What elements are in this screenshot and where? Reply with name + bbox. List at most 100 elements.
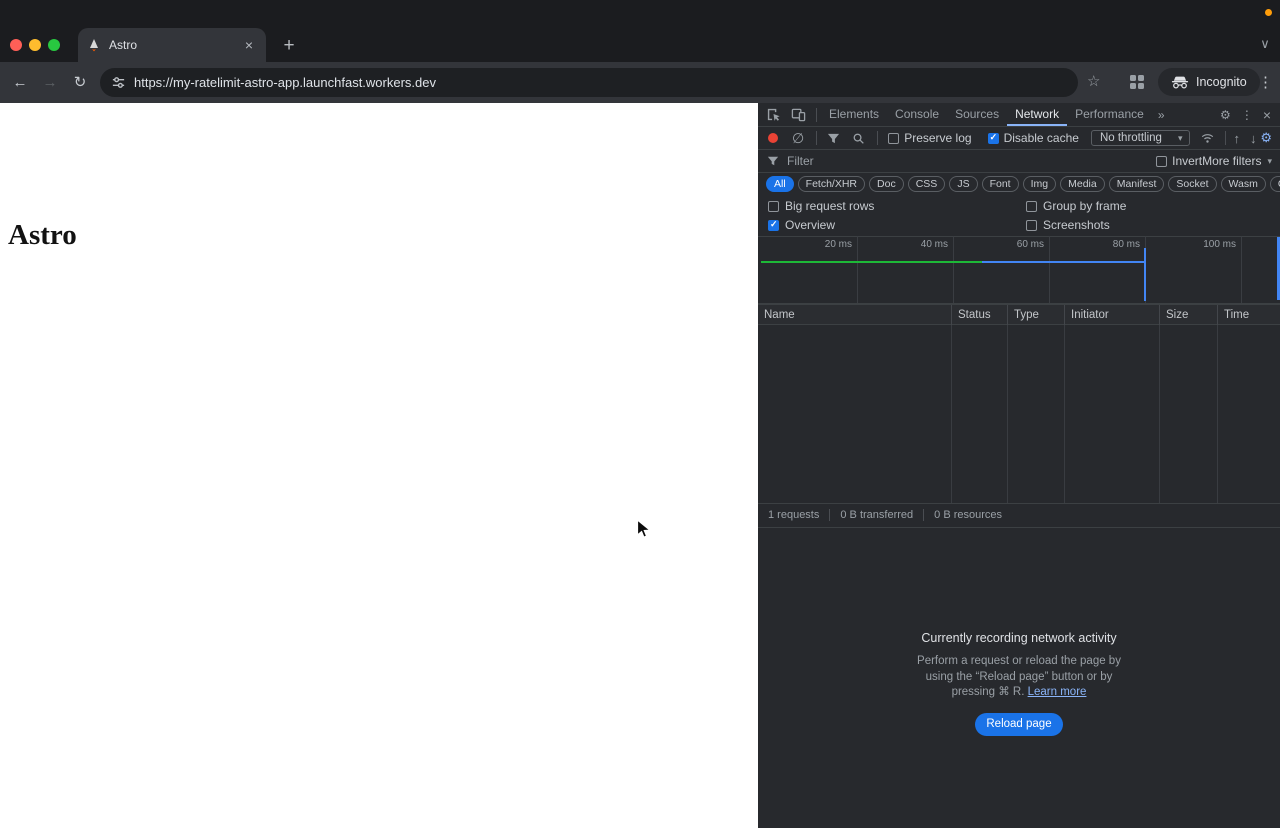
devtools-menu-icon[interactable]: ⋮ — [1241, 108, 1253, 122]
filter-funnel-icon — [767, 156, 779, 166]
timeline-green-bar — [761, 261, 982, 263]
filter-bar: Invert More filters ▾ — [758, 150, 1280, 173]
timeline-tick: 40 ms — [920, 239, 948, 250]
timeline-tick: 100 ms — [1203, 239, 1236, 250]
empty-state-line: pressing ⌘ R. — [951, 686, 1028, 698]
chip-other[interactable]: Other — [1269, 176, 1280, 192]
column-header-time[interactable]: Time — [1218, 305, 1280, 325]
forward-button[interactable]: → — [38, 71, 62, 95]
page-content: Astro — [0, 103, 758, 828]
record-network-log-button[interactable] — [768, 133, 778, 143]
browser-tab[interactable]: Astro × — [78, 28, 266, 62]
gridline — [1241, 236, 1242, 303]
request-type-chips: All Fetch/XHR Doc CSS JS Font Img Media … — [758, 173, 1280, 195]
chip-fetch-xhr[interactable]: Fetch/XHR — [797, 176, 866, 192]
tab-performance[interactable]: Performance — [1067, 103, 1152, 126]
chip-css[interactable]: CSS — [907, 176, 946, 192]
bookmark-star-icon[interactable]: ☆ — [1087, 72, 1100, 90]
request-table-body — [758, 325, 1280, 504]
import-har-icon[interactable]: ↑ — [1234, 131, 1241, 146]
chip-js[interactable]: JS — [949, 176, 978, 192]
chip-doc[interactable]: Doc — [869, 176, 904, 192]
zoom-window-button[interactable] — [48, 39, 60, 51]
gridline — [1049, 236, 1050, 303]
screenshots-label: Screenshots — [1043, 218, 1110, 232]
tab-title: Astro — [109, 38, 138, 52]
disable-cache-checkbox[interactable] — [987, 132, 999, 144]
network-summary-bar: 1 requests 0 B transferred 0 B resources — [758, 503, 1280, 528]
tab-elements[interactable]: Elements — [821, 103, 887, 126]
browser-menu-icon[interactable]: ⋮ — [1258, 73, 1273, 91]
url-text: https://my-ratelimit-astro-app.launchfas… — [134, 75, 436, 90]
network-toolbar: ∅ Preserve log Disable cache No throttli… — [758, 127, 1280, 150]
screenshots-checkbox[interactable] — [1026, 219, 1037, 231]
close-window-button[interactable] — [10, 39, 22, 51]
network-options: Big request rows Group by frame Overview… — [758, 195, 1280, 237]
site-settings-icon[interactable] — [111, 75, 126, 90]
filter-input[interactable] — [785, 153, 1157, 169]
chip-img[interactable]: Img — [1022, 176, 1057, 192]
tab-search-chevron-icon[interactable]: ∨ — [1255, 36, 1275, 52]
empty-state-title: Currently recording network activity — [921, 631, 1117, 645]
chip-media[interactable]: Media — [1060, 176, 1105, 192]
reload-page-button[interactable]: Reload page — [975, 712, 1063, 736]
export-har-icon[interactable]: ↓ — [1250, 131, 1257, 146]
column-header-type[interactable]: Type — [1008, 304, 1065, 325]
chevron-down-icon: ▾ — [1267, 155, 1272, 166]
preserve-log-checkbox[interactable] — [888, 132, 900, 144]
network-overview-timeline[interactable]: 20 ms 40 ms 60 ms 80 ms 100 ms — [758, 236, 1280, 304]
search-icon[interactable] — [852, 132, 865, 145]
timeline-tick: 60 ms — [1016, 239, 1044, 250]
column-header-initiator[interactable]: Initiator — [1065, 304, 1160, 325]
network-conditions-icon[interactable] — [1200, 131, 1215, 145]
overview-checkbox[interactable] — [768, 219, 779, 231]
devtools-settings-gear-icon[interactable]: ⚙ — [1220, 108, 1231, 122]
column-header-size[interactable]: Size — [1160, 304, 1218, 325]
more-tabs-icon[interactable]: » — [1152, 108, 1171, 122]
column-header-name[interactable]: Name — [758, 304, 952, 325]
incognito-icon — [1171, 76, 1189, 89]
chip-wasm[interactable]: Wasm — [1220, 176, 1266, 192]
tab-favicon-icon — [90, 39, 98, 52]
browser-toolbar: ← → ↻ https://my-ratelimit-astro-app.lau… — [0, 62, 1280, 103]
address-bar[interactable]: https://my-ratelimit-astro-app.launchfas… — [100, 68, 1078, 97]
chip-all[interactable]: All — [766, 176, 794, 192]
devtools-panel: Elements Console Sources Network Perform… — [758, 103, 1280, 828]
devtools-close-icon[interactable]: × — [1263, 107, 1271, 123]
chip-font[interactable]: Font — [981, 176, 1019, 192]
invert-checkbox[interactable] — [1156, 155, 1168, 167]
empty-state-line: using the “Reload page” button or by — [925, 670, 1113, 683]
tab-close-icon[interactable]: × — [241, 37, 257, 53]
chip-manifest[interactable]: Manifest — [1108, 176, 1165, 192]
extensions-icon[interactable] — [1130, 75, 1144, 89]
resources-size: 0 B resources — [923, 509, 1002, 521]
tab-console[interactable]: Console — [887, 103, 947, 126]
reload-button[interactable]: ↻ — [68, 71, 92, 95]
device-toolbar-icon[interactable] — [791, 107, 806, 122]
overview-label: Overview — [785, 218, 836, 232]
new-tab-button[interactable]: + — [278, 35, 300, 57]
network-settings-gear-icon[interactable]: ⚙ — [1260, 130, 1272, 146]
chip-socket[interactable]: Socket — [1168, 176, 1217, 192]
gridline — [953, 236, 954, 303]
learn-more-link[interactable]: Learn more — [1028, 686, 1087, 698]
tab-network[interactable]: Network — [1007, 103, 1067, 126]
big-request-rows-checkbox[interactable] — [768, 200, 779, 212]
inspect-element-icon[interactable] — [766, 107, 781, 122]
tab-sources[interactable]: Sources — [947, 103, 1007, 126]
more-filters-dropdown[interactable]: More filters ▾ — [1202, 154, 1272, 168]
timeline-tick: 20 ms — [824, 239, 852, 250]
preserve-log-label: Preserve log — [904, 131, 972, 145]
browser-window: Astro × + ∨ ← → ↻ https://my-ratelimit-a… — [0, 0, 1280, 828]
invert-label: Invert — [1172, 154, 1203, 168]
minimize-window-button[interactable] — [29, 39, 41, 51]
back-button[interactable]: ← — [8, 71, 32, 95]
clear-network-log-icon[interactable]: ∅ — [792, 130, 804, 147]
gridline — [857, 236, 858, 303]
group-by-frame-checkbox[interactable] — [1026, 200, 1037, 212]
column-header-status[interactable]: Status — [952, 304, 1008, 325]
transferred-size: 0 B transferred — [829, 509, 913, 521]
filter-funnel-icon[interactable] — [827, 132, 840, 145]
throttling-select[interactable]: No throttling ▾ — [1090, 130, 1190, 146]
tab-strip: Astro × + ∨ — [0, 0, 1280, 62]
